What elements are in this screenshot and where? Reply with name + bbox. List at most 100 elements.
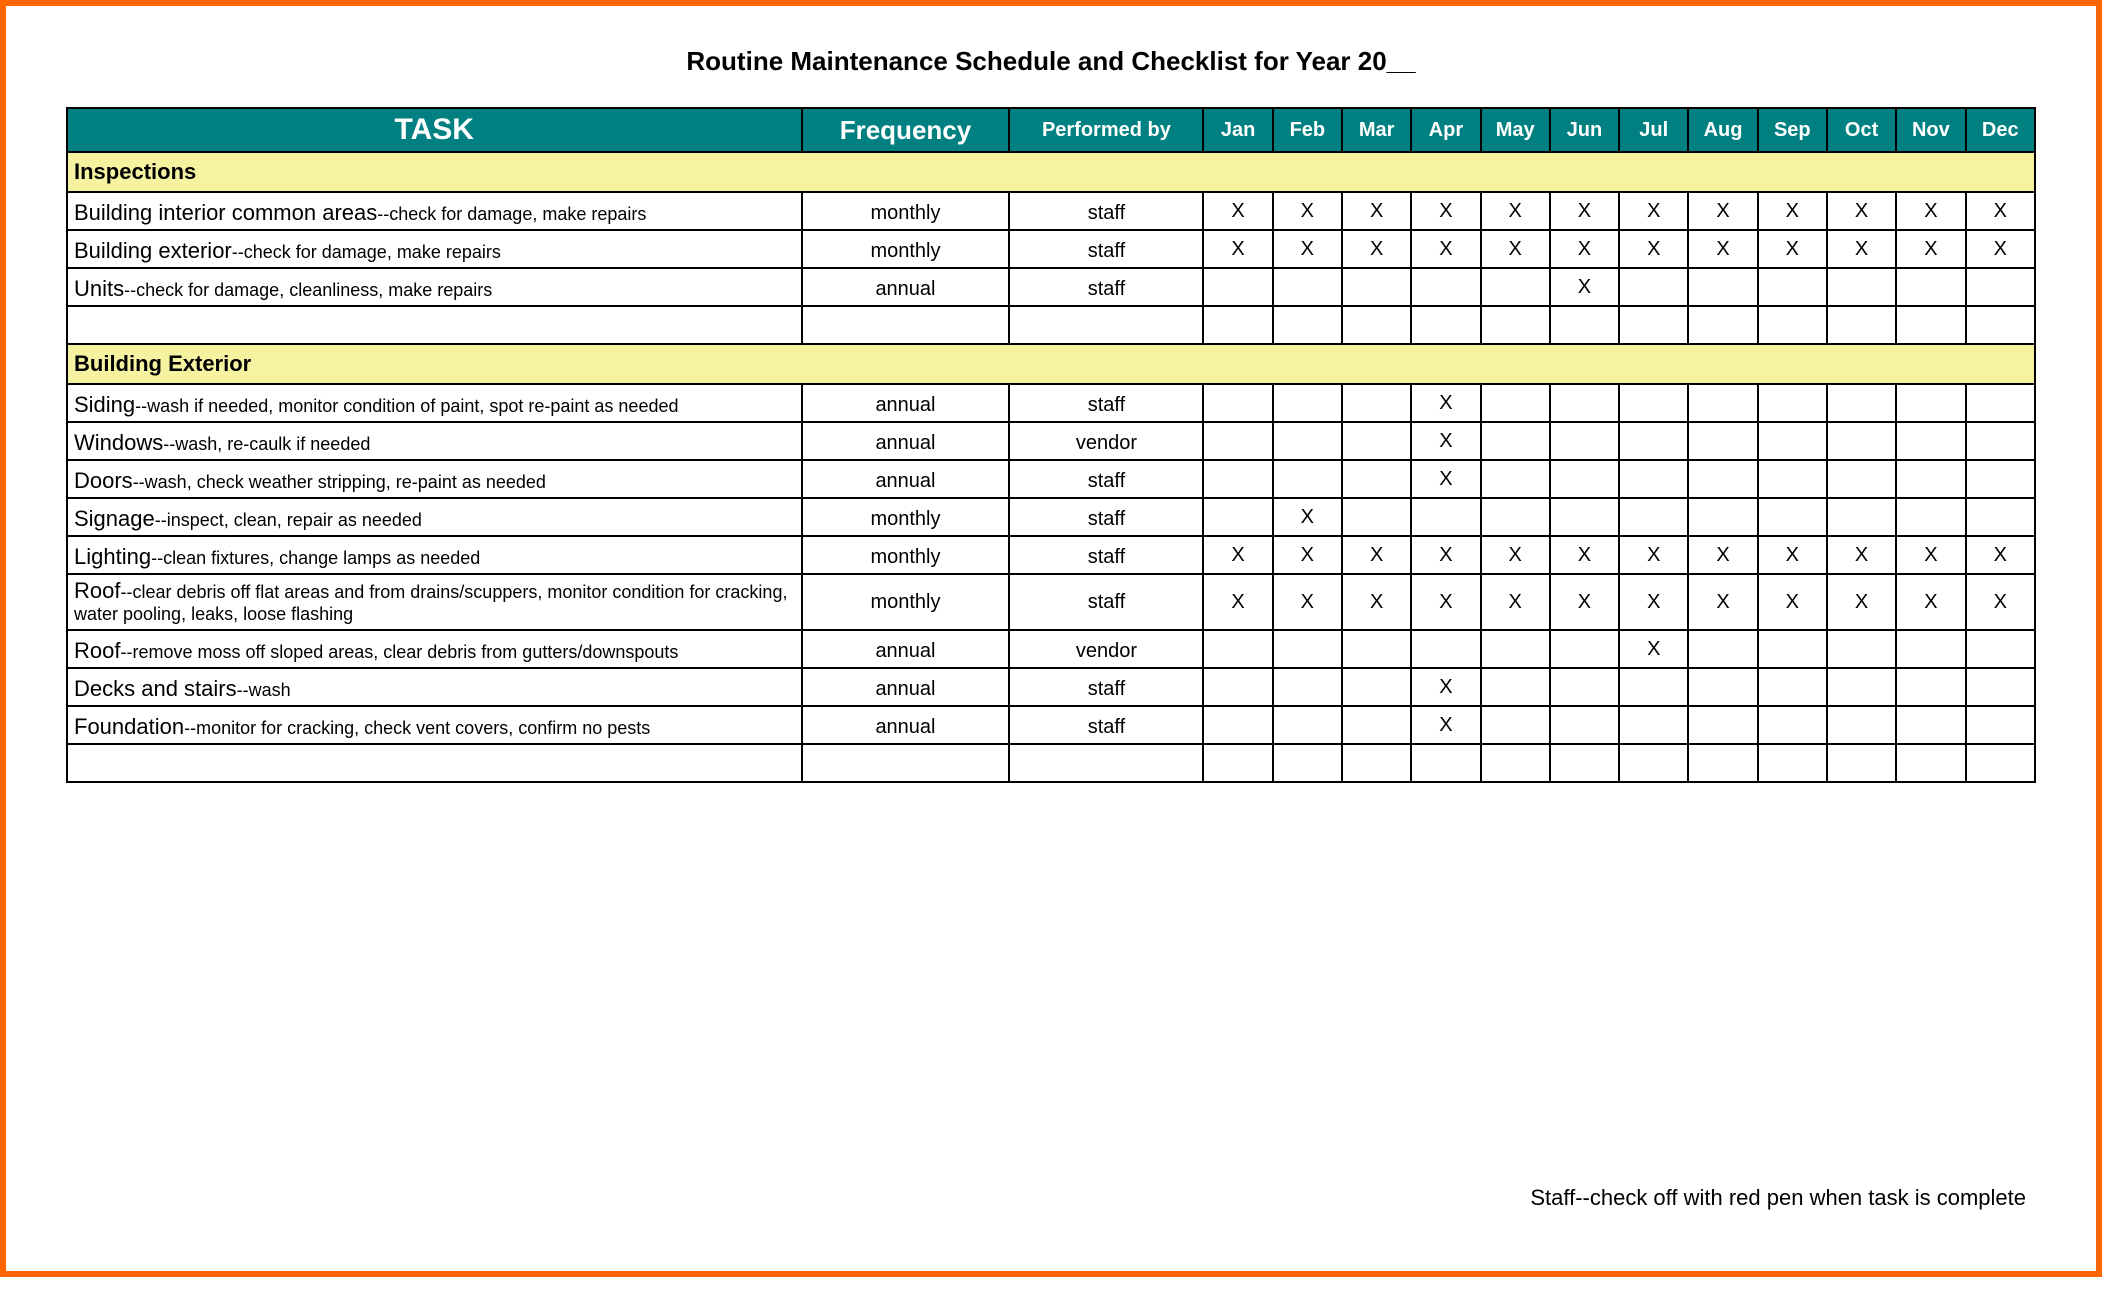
task-desc: --check for damage, make repairs (232, 242, 501, 262)
month-cell (1481, 306, 1550, 344)
month-cell (1550, 630, 1619, 668)
page-title: Routine Maintenance Schedule and Checkli… (66, 46, 2036, 77)
task-name: Signage (74, 506, 155, 531)
maintenance-table: TASK Frequency Performed by Jan Feb Mar … (66, 107, 2036, 783)
month-cell (1966, 422, 2035, 460)
performed-by-cell: staff (1009, 498, 1203, 536)
table-row: Units--check for damage, cleanliness, ma… (67, 268, 2035, 306)
month-cell (1688, 384, 1757, 422)
month-cell (1342, 422, 1411, 460)
month-cell (1619, 668, 1688, 706)
month-cell (1966, 668, 2035, 706)
month-cell (1827, 306, 1896, 344)
month-cell (1550, 498, 1619, 536)
month-cell (1827, 268, 1896, 306)
task-desc: --wash if needed, monitor condition of p… (135, 396, 678, 416)
month-cell (1619, 460, 1688, 498)
performed-by-cell: staff (1009, 192, 1203, 230)
month-cell: X (1481, 536, 1550, 574)
month-cell (1203, 706, 1272, 744)
month-cell (1758, 744, 1827, 782)
month-cell (1688, 460, 1757, 498)
month-cell: X (1688, 192, 1757, 230)
month-cell: X (1411, 384, 1480, 422)
performed-by-cell: staff (1009, 460, 1203, 498)
month-cell: X (1481, 574, 1550, 630)
frequency-cell: monthly (802, 498, 1010, 536)
month-cell (1896, 706, 1965, 744)
month-cell: X (1896, 574, 1965, 630)
task-name: Units (74, 276, 124, 301)
month-cell (1203, 498, 1272, 536)
month-cell (1966, 460, 2035, 498)
frequency-cell: annual (802, 668, 1010, 706)
month-cell (1411, 498, 1480, 536)
header-dec: Dec (1966, 108, 2035, 152)
month-cell: X (1273, 536, 1342, 574)
task-cell (67, 744, 802, 782)
task-cell: Units--check for damage, cleanliness, ma… (67, 268, 802, 306)
section-header: Building Exterior (67, 344, 2035, 384)
month-cell (1966, 630, 2035, 668)
month-cell (1203, 460, 1272, 498)
month-cell (1758, 706, 1827, 744)
month-cell: X (1342, 536, 1411, 574)
month-cell: X (1758, 574, 1827, 630)
document-frame: Routine Maintenance Schedule and Checkli… (0, 0, 2102, 1277)
month-cell (1481, 706, 1550, 744)
performed-by-cell: vendor (1009, 630, 1203, 668)
frequency-cell (802, 744, 1010, 782)
month-cell (1896, 498, 1965, 536)
performed-by-cell: staff (1009, 268, 1203, 306)
month-cell (1896, 744, 1965, 782)
month-cell (1688, 268, 1757, 306)
month-cell (1758, 384, 1827, 422)
month-cell (1203, 306, 1272, 344)
frequency-cell: monthly (802, 574, 1010, 630)
task-name: Lighting (74, 544, 151, 569)
frequency-cell: annual (802, 384, 1010, 422)
month-cell: X (1203, 192, 1272, 230)
header-nov: Nov (1896, 108, 1965, 152)
table-row: Doors--wash, check weather stripping, re… (67, 460, 2035, 498)
month-cell (1203, 422, 1272, 460)
month-cell (1273, 706, 1342, 744)
task-name: Siding (74, 392, 135, 417)
month-cell (1827, 668, 1896, 706)
month-cell (1896, 384, 1965, 422)
task-desc: --clear debris off flat areas and from d… (74, 582, 787, 624)
month-cell (1827, 630, 1896, 668)
month-cell: X (1411, 574, 1480, 630)
task-desc: --wash, check weather stripping, re-pain… (133, 472, 546, 492)
month-cell (1827, 498, 1896, 536)
header-task: TASK (67, 108, 802, 152)
month-cell (1896, 460, 1965, 498)
month-cell (1273, 668, 1342, 706)
header-row: TASK Frequency Performed by Jan Feb Mar … (67, 108, 2035, 152)
frequency-cell: monthly (802, 536, 1010, 574)
month-cell (1481, 630, 1550, 668)
performed-by-cell (1009, 744, 1203, 782)
task-desc: --monitor for cracking, check vent cover… (184, 718, 650, 738)
month-cell: X (1342, 574, 1411, 630)
month-cell (1203, 668, 1272, 706)
month-cell: X (1827, 230, 1896, 268)
task-cell: Decks and stairs--wash (67, 668, 802, 706)
month-cell (1758, 422, 1827, 460)
table-row: Building interior common areas--check fo… (67, 192, 2035, 230)
task-cell: Lighting--clean fixtures, change lamps a… (67, 536, 802, 574)
frequency-cell: annual (802, 706, 1010, 744)
month-cell (1550, 422, 1619, 460)
month-cell: X (1411, 192, 1480, 230)
month-cell: X (1203, 230, 1272, 268)
frequency-cell: monthly (802, 230, 1010, 268)
month-cell: X (1550, 268, 1619, 306)
month-cell (1550, 460, 1619, 498)
frequency-cell: annual (802, 268, 1010, 306)
month-cell (1966, 306, 2035, 344)
header-aug: Aug (1688, 108, 1757, 152)
month-cell: X (1966, 536, 2035, 574)
month-cell (1827, 744, 1896, 782)
task-cell: Foundation--monitor for cracking, check … (67, 706, 802, 744)
section-header: Inspections (67, 152, 2035, 192)
